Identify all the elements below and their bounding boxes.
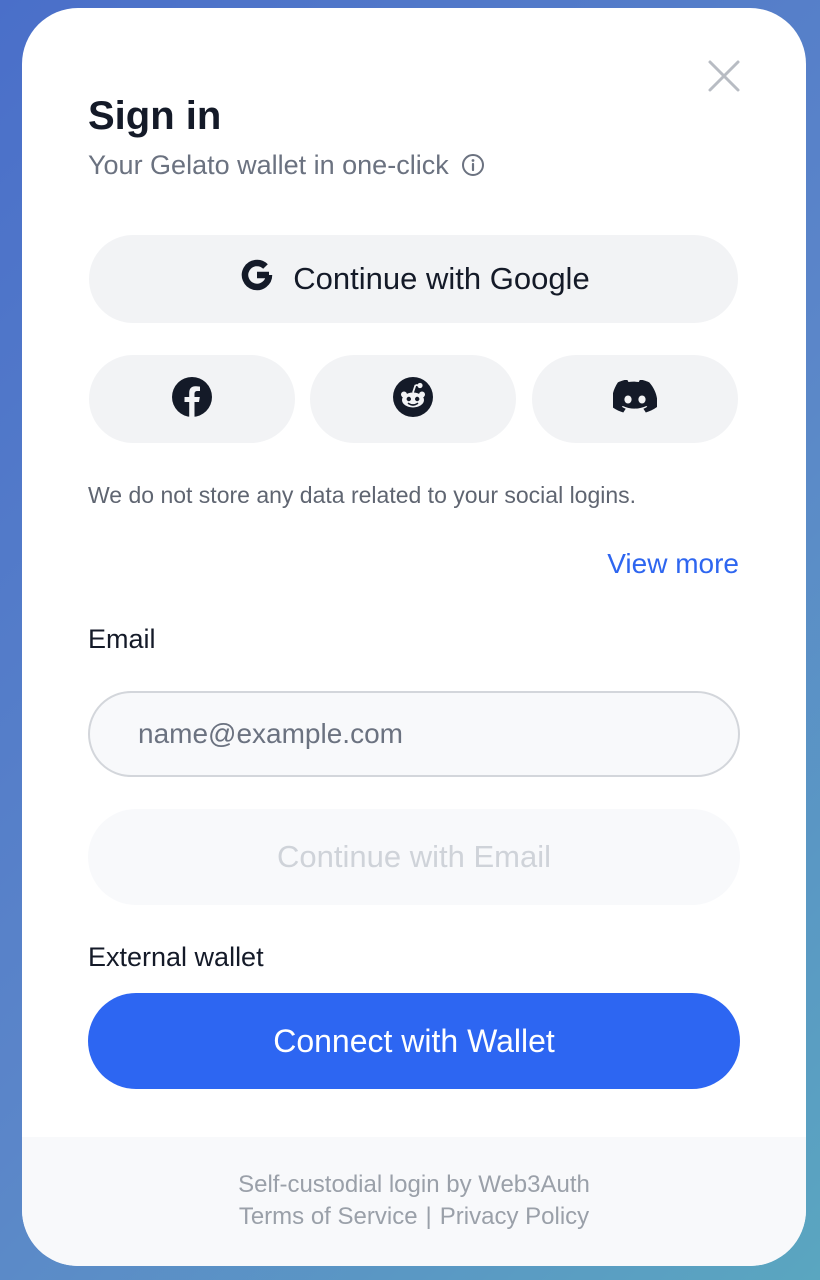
page-title: Sign in bbox=[88, 94, 222, 138]
reddit-icon bbox=[392, 376, 434, 423]
reddit-login-button[interactable] bbox=[310, 355, 516, 443]
subtitle-text: Your Gelato wallet in one-click bbox=[88, 149, 449, 180]
continue-with-google-button[interactable]: Continue with Google bbox=[89, 235, 738, 323]
footer-separator: | bbox=[425, 1203, 432, 1230]
info-icon[interactable] bbox=[461, 153, 485, 177]
sign-in-modal: Sign in Your Gelato wallet in one-click … bbox=[22, 8, 806, 1266]
subtitle: Your Gelato wallet in one-click bbox=[88, 148, 485, 182]
privacy-policy-link[interactable]: Privacy Policy bbox=[440, 1203, 589, 1230]
privacy-notice: We do not store any data related to your… bbox=[88, 482, 637, 508]
email-label: Email bbox=[88, 624, 156, 654]
social-login-row bbox=[89, 355, 738, 443]
terms-of-service-link[interactable]: Terms of Service bbox=[239, 1203, 418, 1230]
close-icon[interactable] bbox=[706, 58, 742, 94]
google-icon bbox=[237, 255, 277, 303]
discord-icon bbox=[611, 378, 658, 419]
facebook-icon bbox=[171, 376, 213, 423]
footer-links: Terms of Service | Privacy Policy bbox=[22, 1203, 806, 1231]
discord-login-button[interactable] bbox=[532, 355, 738, 443]
external-wallet-label: External wallet bbox=[88, 942, 264, 972]
continue-with-email-button[interactable]: Continue with Email bbox=[88, 809, 740, 905]
facebook-login-button[interactable] bbox=[89, 355, 295, 443]
powered-by-text: Self-custodial login by Web3Auth bbox=[238, 1171, 590, 1198]
connect-with-wallet-button[interactable]: Connect with Wallet bbox=[88, 993, 740, 1089]
email-input[interactable] bbox=[88, 691, 740, 777]
view-more-link[interactable]: View more bbox=[607, 548, 739, 580]
google-button-label: Continue with Google bbox=[293, 261, 590, 296]
footer: Self-custodial login by Web3Auth Terms o… bbox=[22, 1137, 806, 1266]
